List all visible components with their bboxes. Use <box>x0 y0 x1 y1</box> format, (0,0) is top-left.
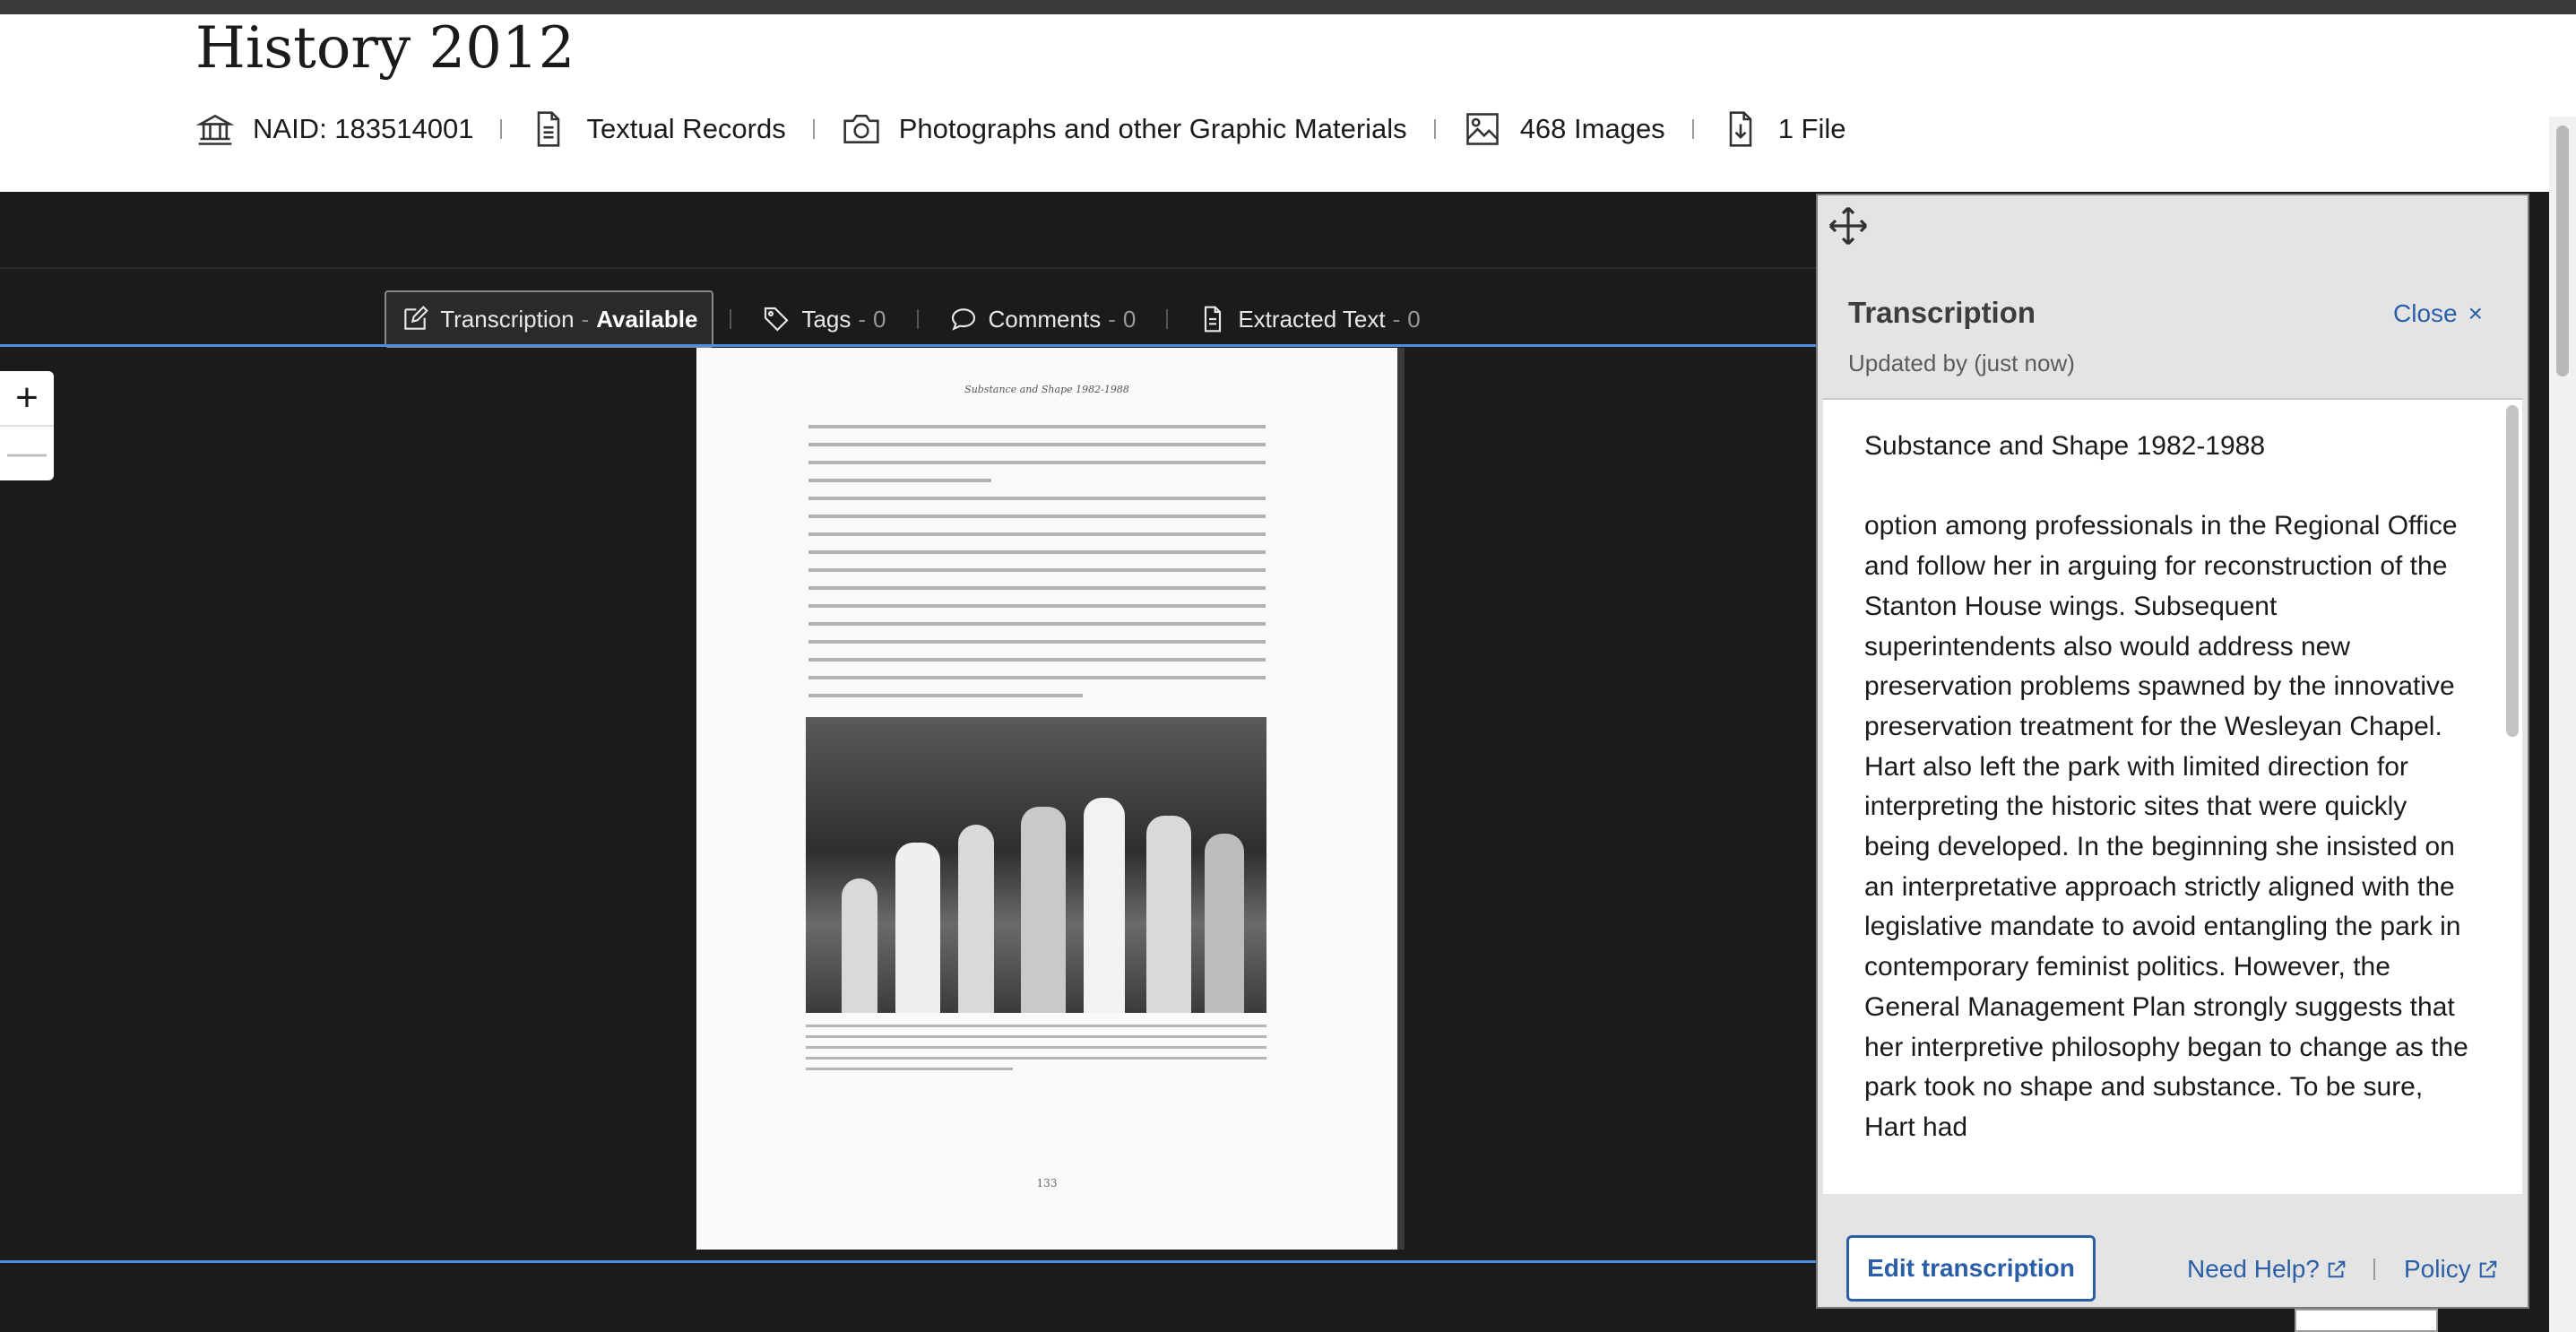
updated-by-text: Updated by (just now) <box>1848 350 2075 376</box>
document-text-block <box>808 425 1266 712</box>
panel-footer: Edit transcription Need Help? Policy <box>1818 1196 2528 1307</box>
document-page-image[interactable]: Substance and Shape 1982-1988 133 <box>696 348 1405 1250</box>
document-icon <box>1205 306 1222 333</box>
record-header: History 2012 NAID: 183514001 Textual Rec… <box>0 14 2576 192</box>
zoom-in-button[interactable]: + <box>0 371 54 425</box>
close-icon: × <box>2468 299 2483 327</box>
tab-comments-count: 0 <box>1122 305 1137 333</box>
transcription-text: Substance and Shape 1982-1988 option amo… <box>1864 431 2468 1142</box>
images-meta: 468 Images <box>1463 109 1665 149</box>
page-title: History 2012 <box>195 15 575 82</box>
viewer-divider <box>0 267 1820 269</box>
tab-comments-label: Comments <box>988 305 1102 333</box>
browser-top-strip <box>0 0 2576 14</box>
comment-bubble-icon <box>951 308 975 331</box>
document-icon <box>538 111 560 147</box>
tab-extracted-label: Extracted Text <box>1238 305 1386 333</box>
transcription-scrollbar[interactable] <box>2506 405 2519 737</box>
close-label: Close <box>2393 299 2458 327</box>
naid-label: NAID: 183514001 <box>253 113 474 144</box>
tab-divider <box>730 309 732 329</box>
meta-divider <box>500 119 503 139</box>
document-page-number: 133 <box>1036 1177 1058 1189</box>
tab-tags[interactable]: Tags - 0 <box>748 290 900 348</box>
record-metadata-row: NAID: 183514001 Textual Records Photogra… <box>195 106 1846 152</box>
meta-divider <box>1691 119 1694 139</box>
transcription-panel: Transcription Close × Updated by (just n… <box>1816 194 2529 1309</box>
naid-meta: NAID: 183514001 <box>195 109 473 149</box>
page-scrollbar-thumb[interactable] <box>2556 125 2569 376</box>
file-meta: 1 File <box>1721 109 1846 149</box>
document-figure-caption <box>806 1025 1266 1078</box>
policy-label: Policy <box>2404 1255 2471 1283</box>
tab-transcription[interactable]: Transcription - Available <box>385 290 714 348</box>
need-help-label: Need Help? <box>2187 1255 2320 1283</box>
meta-divider <box>1433 119 1436 139</box>
tab-extracted-text[interactable]: Extracted Text - 0 <box>1184 290 1434 348</box>
file-count-label: 1 File <box>1777 113 1846 144</box>
meta-divider <box>812 119 815 139</box>
viewer-frame-top <box>0 344 1820 347</box>
photographs-meta: Photographs and other Graphic Materials <box>842 109 1407 149</box>
image-icon <box>1465 113 1499 145</box>
textual-records-meta: Textual Records <box>529 109 786 149</box>
tab-transcription-status: Available <box>596 305 698 333</box>
tab-transcription-label: Transcription <box>440 305 575 333</box>
tag-icon <box>765 307 789 332</box>
transcription-text-area[interactable]: Substance and Shape 1982-1988 option amo… <box>1823 398 2522 1194</box>
viewer-frame-bottom <box>0 1260 1820 1263</box>
tab-divider <box>1166 309 1169 329</box>
page-scrollbar[interactable] <box>2549 117 2576 1332</box>
tab-tags-count: 0 <box>873 305 886 333</box>
tab-divider <box>916 309 919 329</box>
textual-records-label: Textual Records <box>586 113 786 144</box>
zoom-out-button[interactable]: — <box>0 425 54 479</box>
policy-link[interactable]: Policy <box>2404 1255 2498 1284</box>
tab-dash: - <box>1392 305 1401 333</box>
external-link-icon <box>2479 1260 2496 1278</box>
archive-building-icon <box>195 114 235 145</box>
panel-close-button[interactable]: Close × <box>2393 299 2483 328</box>
tab-dash: - <box>581 305 590 333</box>
tab-comments[interactable]: Comments - 0 <box>935 290 1151 348</box>
panel-title: Transcription <box>1848 296 2036 329</box>
tab-extracted-count: 0 <box>1407 305 1421 333</box>
move-arrows-icon[interactable] <box>1827 204 1870 247</box>
zoom-controls: + — <box>0 371 54 480</box>
need-help-link[interactable]: Need Help? <box>2187 1255 2347 1284</box>
link-divider <box>2373 1258 2375 1280</box>
tab-tags-label: Tags <box>801 305 851 333</box>
edit-pencil-icon <box>404 306 429 330</box>
document-running-head: Substance and Shape 1982-1988 <box>964 384 1129 395</box>
external-link-icon <box>2328 1260 2346 1278</box>
tab-dash: - <box>858 305 867 333</box>
file-download-icon <box>1729 111 1751 147</box>
photographs-label: Photographs and other Graphic Materials <box>898 113 1407 144</box>
images-count-label: 468 Images <box>1519 113 1665 144</box>
document-group-photo <box>806 717 1266 1013</box>
camera-icon <box>843 115 879 143</box>
edit-transcription-button[interactable]: Edit transcription <box>1846 1235 2096 1302</box>
page-root: History 2012 NAID: 183514001 Textual Rec… <box>0 0 2576 1332</box>
thumbnail-strip-item[interactable] <box>2295 1309 2438 1332</box>
tab-dash: - <box>1108 305 1116 333</box>
